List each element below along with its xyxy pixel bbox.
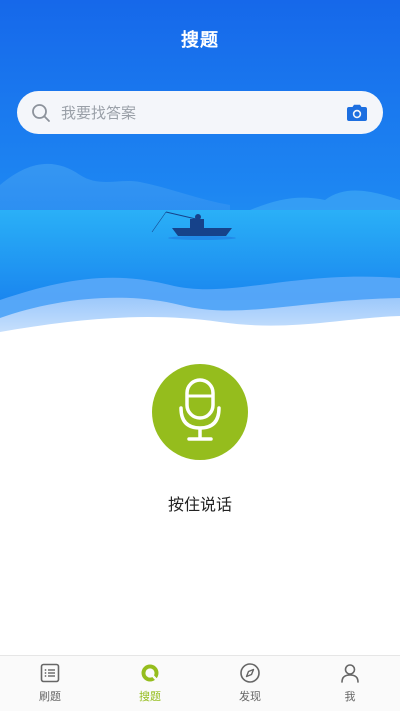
search-icon [31,103,51,123]
search-input[interactable] [61,103,337,122]
bottom-tab-bar: 刷题 搜题 发现 我 [0,655,400,711]
voice-hint-label: 按住说话 [167,495,232,514]
user-icon [339,662,361,684]
page-title: 搜题 [181,30,219,51]
tab-practice[interactable]: 刷题 [0,656,100,711]
tab-label: 刷题 [39,690,61,703]
list-icon [39,662,61,684]
search-tab-icon [139,662,161,684]
microphone-icon [178,378,222,446]
voice-input-button[interactable] [152,364,248,460]
search-screen: 搜题 我要找答案 按住说话 刷题 搜题 发现 我 [0,0,400,711]
camera-icon[interactable] [345,103,369,123]
tab-label: 发现 [239,690,261,703]
tab-search[interactable]: 搜题 [100,656,200,711]
compass-icon [239,662,261,684]
tab-label: 搜题 [139,690,161,703]
hero-banner: 搜题 [0,0,400,345]
tab-discover[interactable]: 发现 [200,656,300,711]
search-bar[interactable] [17,91,383,134]
tab-label: 我 [344,690,356,703]
tab-profile[interactable]: 我 [300,656,400,711]
